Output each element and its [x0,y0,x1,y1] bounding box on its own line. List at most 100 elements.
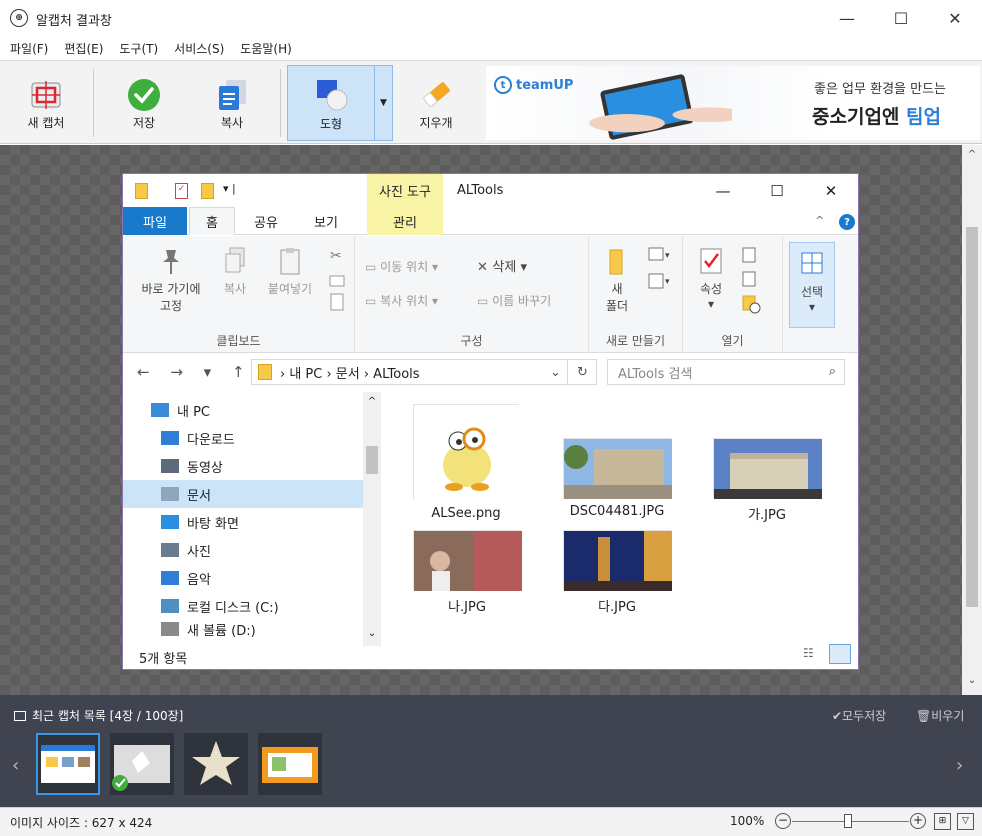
menu-edit[interactable]: 편집(E) [64,40,103,57]
properties-label: 속성 [699,282,723,296]
window-title: 알캡처 결과창 [36,14,112,29]
recent-captures-title: 최근 캡처 목록 [4장 / 100장] [32,709,184,723]
chevron-right-icon[interactable]: › [956,755,963,776]
clear-all-button[interactable]: 🗑비우기 [916,707,964,724]
tab-file: 파일 [123,207,187,235]
details-view-icon: ☷ [803,646,814,660]
zoom-slider-handle[interactable] [844,814,852,828]
checkbox-icon: ✓ [175,183,188,199]
nav-item: 동영상 [123,452,363,480]
select-group: 선택 ▾ [783,236,858,353]
close-button[interactable]: ✕ [928,0,982,36]
explorer-close-icon: ✕ [824,182,838,200]
menu-file[interactable]: 파일(F) [10,40,48,57]
organize-group-label: 구성 [460,334,483,348]
scroll-down-arrow[interactable]: ⌄ [962,675,982,693]
pin-button: 바로 가기에 고정 [129,246,213,314]
captured-image: ✓ ▾ | 사진 도구 ALTools — ☐ ✕ 파일 홈 공유 보기 관리 … [122,173,859,670]
refresh-icon: ↻ [567,359,597,385]
file-item: 나.JPG [411,530,523,615]
shape-button[interactable]: 도형 [287,65,375,141]
properties-caret: ▾ [707,297,715,311]
recent-thumbnail-image [112,745,170,791]
large-icons-view-icon [829,644,851,664]
copy-to-label: 복사 위치 ▾ [380,294,438,308]
shape-dropdown-button[interactable]: ▼ [375,65,393,141]
nav-item-label: 바탕 화면 [187,516,239,532]
delete-x-icon: ✕ [477,260,493,275]
nav-scroll-up: ^ [367,396,377,407]
new-capture-button[interactable]: 새 캡처 [12,67,80,139]
canvas-scrollbar[interactable]: ^ ⌄ [962,145,982,695]
zoom-in-button[interactable]: + [910,813,926,829]
file-thumbnail [713,438,822,499]
file-name: 나.JPG [448,600,486,615]
nav-arrows: ← → ▾ ↑ [137,363,253,381]
open-group: 속성 ▾ 열기 [683,236,783,353]
select-label: 선택 [800,285,824,299]
item-count: 5개 항목 [139,652,188,667]
ribbon: 바로 가기에 고정 복사 붙여넣기 ✂ 클립보드 ▭ 이동 위치 ▾ ▭ 복사 … [123,236,858,353]
file-item: ALSee.png [411,404,521,521]
pin-icon [163,250,179,274]
copy-button[interactable]: 복사 [196,67,268,139]
drive-icon [161,599,179,613]
recent-thumbnail[interactable] [110,733,174,795]
minimize-button[interactable]: — [820,0,874,36]
recent-thumbnail-image [192,741,240,785]
menu-services[interactable]: 서비스(S) [174,40,224,57]
file-name: DSC04481.JPG [569,504,665,519]
paste-label: 붙여넣기 [267,282,313,296]
new-folder-label-line1: 새 [611,282,623,296]
select-grid-icon [801,252,823,274]
new-item-icons: ▾ ▾ [648,247,670,289]
file-item: 다.JPG [561,530,673,615]
nav-item-label: 동영상 [187,460,223,476]
scroll-thumb[interactable] [966,227,978,607]
recent-thumbnail[interactable] [258,733,322,795]
save-check-icon [128,79,160,111]
nav-item-label: 내 PC [177,404,211,420]
menu-tools[interactable]: 도구(T) [119,40,158,57]
pin-label-line2: 고정 [159,299,183,313]
move-to-label: 이동 위치 ▾ [380,260,438,274]
rename-icon: ▭ [477,294,493,308]
save-all-button[interactable]: ✔모두저장 [832,707,886,724]
file-name: 다.JPG [598,600,636,615]
path-text: › 내 PC › 문서 › ALTools [280,366,420,382]
ad-headline: 중소기업엔 팀업 [812,102,941,129]
nav-item-label: 사진 [187,544,211,560]
music-icon [161,571,179,585]
teamup-logo-icon: t [494,76,512,94]
computer-icon [151,403,169,417]
ad-headline-prefix: 중소기업엔 [812,106,907,128]
copy-label: 복사 [220,116,244,130]
svg-text:▾: ▾ [665,251,670,261]
desktop-icon [161,515,179,529]
scroll-up-arrow[interactable]: ^ [962,149,982,167]
new-folder-label-line2: 폴더 [605,299,629,313]
maximize-button[interactable]: ☐ [874,0,928,36]
menu-help[interactable]: 도움말(H) [240,40,292,57]
save-button[interactable]: 저장 [108,67,180,139]
app-icon: ⊕ [10,9,28,27]
fit-to-window-button[interactable]: ⊞ [934,813,951,830]
explorer-minimize-icon: — [715,182,731,200]
teamup-ad-banner[interactable]: t teamUP 좋은 업무 환경을 만드는 중소기업엔 팀업 [486,66,980,140]
chevron-left-icon[interactable]: ‹ [12,755,19,776]
new-folder-button: 새 폴더 [595,246,639,314]
ribbon-tabs: 파일 홈 공유 보기 관리 [123,207,858,235]
file-name: ALSee.png [431,506,501,521]
zoom-level: 100% [730,814,765,828]
eraser-button[interactable]: 지우개 [400,67,472,139]
nav-scrollbar: ^ ⌄ [363,392,381,646]
clipboard-group: 바로 가기에 고정 복사 붙여넣기 ✂ 클립보드 [123,236,355,353]
view-options-dropdown[interactable]: ▽ [957,813,974,830]
tab-share: 공유 [254,215,278,231]
tab-home: 홈 [189,207,235,235]
recent-thumbnail[interactable] [36,733,100,795]
tab-manage: 관리 [367,207,443,235]
recent-thumbnail[interactable] [184,733,248,795]
recent-list-icon [14,710,26,721]
zoom-out-button[interactable]: − [775,813,791,829]
